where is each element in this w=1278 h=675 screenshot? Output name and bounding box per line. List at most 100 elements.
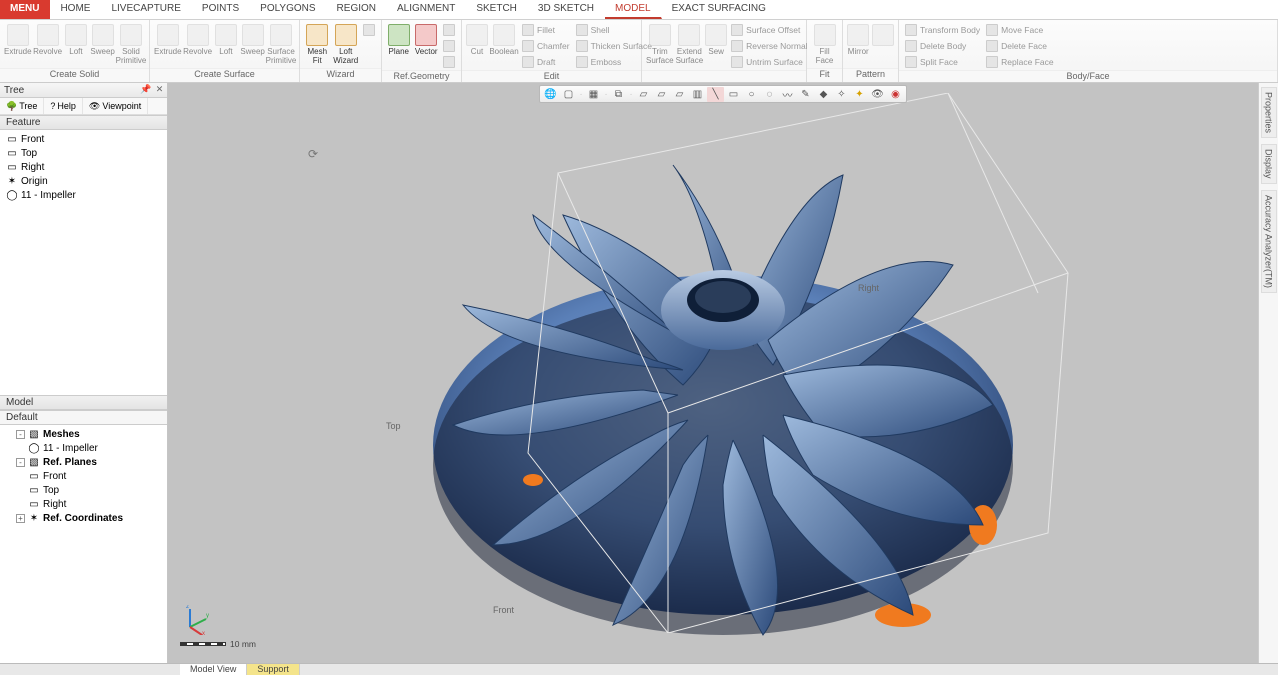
- model-ref-coords[interactable]: +✶Ref. Coordinates: [0, 511, 167, 525]
- axis-label-front: Front: [493, 605, 514, 615]
- expander-icon[interactable]: -: [16, 430, 25, 439]
- viewtool-box[interactable]: ▢: [560, 87, 577, 102]
- model-ref-planes[interactable]: -▧Ref. Planes: [0, 455, 167, 469]
- wizard-extra-button[interactable]: [361, 22, 377, 38]
- model-tree: -▧Meshes ◯11 - Impeller -▧Ref. Planes ▭F…: [0, 425, 167, 527]
- model-mesh-impeller[interactable]: ◯11 - Impeller: [0, 441, 167, 455]
- mirror-button[interactable]: Mirror: [847, 22, 870, 56]
- revolve-surface-button[interactable]: Revolve: [184, 22, 212, 56]
- surface-offset-button[interactable]: Surface Offset: [729, 22, 809, 38]
- viewtool-check[interactable]: ◉: [887, 87, 904, 102]
- replace-face-button[interactable]: Replace Face: [984, 54, 1055, 70]
- viewtool-globe[interactable]: 🌐: [542, 87, 559, 102]
- model-meshes[interactable]: -▧Meshes: [0, 427, 167, 441]
- viewtool-line[interactable]: ╲: [707, 87, 724, 102]
- tab-livecapture[interactable]: LIVECAPTURE: [101, 0, 191, 19]
- expander-icon[interactable]: +: [16, 514, 25, 523]
- viewtool-rect[interactable]: ▭: [725, 87, 742, 102]
- move-face-button[interactable]: Move Face: [984, 22, 1055, 38]
- pattern-extra-button[interactable]: [872, 22, 895, 47]
- untrim-surface-button[interactable]: Untrim Surface: [729, 54, 809, 70]
- viewtool-grid[interactable]: ▦: [585, 87, 602, 102]
- delete-face-button[interactable]: Delete Face: [984, 38, 1055, 54]
- orientation-triad[interactable]: z y x: [180, 605, 210, 635]
- tab-region[interactable]: REGION: [327, 0, 387, 19]
- sew-button[interactable]: Sew: [705, 22, 727, 56]
- viewpoint-tab[interactable]: 👁Viewpoint: [83, 98, 148, 114]
- model-plane-right[interactable]: ▭Right: [0, 497, 167, 511]
- bottom-tab-model-view[interactable]: Model View: [180, 664, 247, 675]
- feature-front[interactable]: ▭Front: [0, 132, 167, 146]
- viewtool-extend[interactable]: ✧: [833, 87, 850, 102]
- split-face-button[interactable]: Split Face: [903, 54, 982, 70]
- plane-icon: ▭: [6, 161, 18, 173]
- rail-display[interactable]: Display: [1261, 144, 1277, 184]
- model-plane-top[interactable]: ▭Top: [0, 483, 167, 497]
- viewtool-plane3[interactable]: ▱: [671, 87, 688, 102]
- feature-right[interactable]: ▭Right: [0, 160, 167, 174]
- close-icon[interactable]: ✕: [154, 84, 165, 95]
- bottom-tab-support[interactable]: Support: [247, 664, 300, 675]
- transform-body-button[interactable]: Transform Body: [903, 22, 982, 38]
- impeller-model[interactable]: [423, 125, 1023, 645]
- surface-primitive-button[interactable]: Surface Primitive: [267, 22, 295, 65]
- main-tab-strip: MENU HOME LIVECAPTURE POINTS POLYGONS RE…: [0, 0, 1278, 20]
- refgeom-extra-2[interactable]: [441, 38, 457, 54]
- chamfer-button[interactable]: Chamfer: [520, 38, 572, 54]
- tab-alignment[interactable]: ALIGNMENT: [387, 0, 466, 19]
- viewtool-person[interactable]: ✦: [851, 87, 868, 102]
- rail-accuracy[interactable]: Accuracy Analyzer(TM): [1261, 190, 1277, 293]
- sweep-surface-button[interactable]: Sweep: [240, 22, 265, 56]
- tab-exactsurfacing[interactable]: EXACT SURFACING: [662, 0, 777, 19]
- extend-surface-button[interactable]: Extend Surface: [676, 22, 704, 65]
- viewport-3d[interactable]: 🌐 ▢· ▦· ⧉· ▱ ▱ ▱ ▥ ╲ ▭ ○ ◌ 〰 ✎ ◆ ✧ ✦ 👁 ◉: [168, 83, 1278, 663]
- tab-model[interactable]: MODEL: [605, 0, 662, 19]
- viewtool-lasso[interactable]: 〰: [779, 87, 796, 102]
- refgeom-extra-3[interactable]: [441, 54, 457, 70]
- boolean-button[interactable]: Boolean: [490, 22, 518, 56]
- loft-solid-button[interactable]: Loft: [64, 22, 89, 56]
- feature-top[interactable]: ▭Top: [0, 146, 167, 160]
- feature-origin[interactable]: ✶Origin: [0, 174, 167, 188]
- menu-tab[interactable]: MENU: [0, 0, 50, 19]
- cut-button[interactable]: Cut: [466, 22, 488, 56]
- trim-surface-button[interactable]: Trim Surface: [646, 22, 674, 65]
- viewtool-section[interactable]: ▥: [689, 87, 706, 102]
- rail-properties[interactable]: Properties: [1261, 87, 1277, 138]
- extrude-surface-button[interactable]: Extrude: [154, 22, 182, 56]
- loft-wizard-button[interactable]: Loft Wizard: [333, 22, 360, 65]
- plane-button[interactable]: Plane: [386, 22, 412, 56]
- viewtool-dashed-circle[interactable]: ◌: [761, 87, 778, 102]
- fill-face-button[interactable]: Fill Face: [811, 22, 838, 65]
- refgeom-extra-1[interactable]: [441, 22, 457, 38]
- reverse-normal-button[interactable]: Reverse Normal: [729, 38, 809, 54]
- tab-home[interactable]: HOME: [50, 0, 101, 19]
- vector-button[interactable]: Vector: [414, 22, 440, 56]
- tab-3dsketch[interactable]: 3D SKETCH: [528, 0, 605, 19]
- mesh-fit-button[interactable]: Mesh Fit: [304, 22, 331, 65]
- loft-surface-button[interactable]: Loft: [214, 22, 239, 56]
- viewtool-copy[interactable]: ⧉: [610, 87, 627, 102]
- solid-primitive-button[interactable]: Solid Primitive: [117, 22, 145, 65]
- viewtool-visibility[interactable]: 👁: [869, 87, 886, 102]
- tab-sketch[interactable]: SKETCH: [466, 0, 528, 19]
- delete-body-button[interactable]: Delete Body: [903, 38, 982, 54]
- feature-impeller[interactable]: ◯11 - Impeller: [0, 188, 167, 202]
- help-tab[interactable]: ?Help: [44, 98, 83, 114]
- viewtool-plane2[interactable]: ▱: [653, 87, 670, 102]
- sweep-solid-button[interactable]: Sweep: [90, 22, 115, 56]
- extrude-solid-button[interactable]: Extrude: [4, 22, 32, 56]
- draft-button[interactable]: Draft: [520, 54, 572, 70]
- viewtool-plane1[interactable]: ▱: [635, 87, 652, 102]
- viewtool-circle[interactable]: ○: [743, 87, 760, 102]
- revolve-solid-button[interactable]: Revolve: [34, 22, 62, 56]
- viewtool-flood[interactable]: ◆: [815, 87, 832, 102]
- fillet-button[interactable]: Fillet: [520, 22, 572, 38]
- expander-icon[interactable]: -: [16, 458, 25, 467]
- tab-polygons[interactable]: POLYGONS: [250, 0, 326, 19]
- viewtool-brush[interactable]: ✎: [797, 87, 814, 102]
- model-plane-front[interactable]: ▭Front: [0, 469, 167, 483]
- tab-points[interactable]: POINTS: [192, 0, 250, 19]
- pin-icon[interactable]: 📌: [140, 84, 151, 95]
- tree-tab[interactable]: 🌳Tree: [0, 98, 44, 114]
